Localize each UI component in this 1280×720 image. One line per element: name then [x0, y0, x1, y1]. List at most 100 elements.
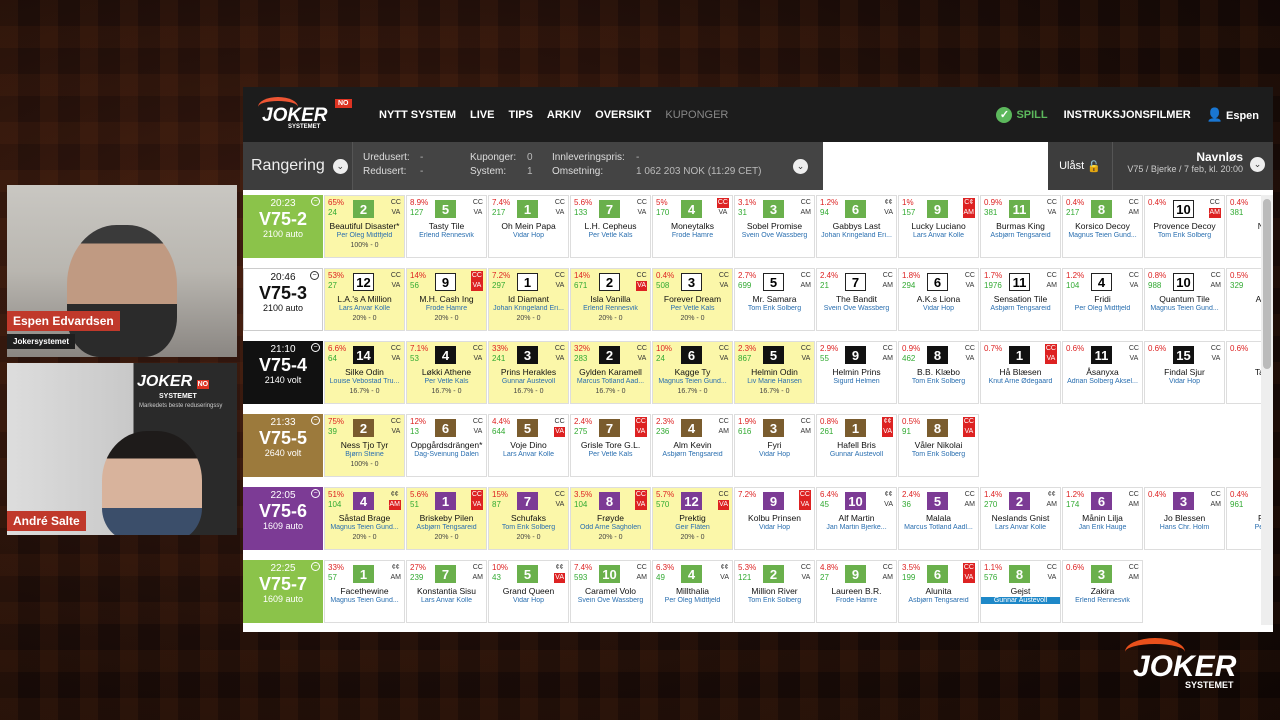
horse-cell[interactable]: 5.7% 570 12 CC VA Prektig Geir Flåten 20% - 0 — [652, 487, 733, 550]
horse-cell[interactable]: 8.9% 127 5 CC VA Tasty Tile Erlend Rennesvik — [406, 195, 487, 258]
horse-count: 104 — [1066, 281, 1080, 290]
horse-cell[interactable]: 53% 27 12 CC VA L.A.'s A Million Lars Anvar Ko… — [324, 268, 405, 331]
horse-cell[interactable]: 14% 671 2 CC VA Isla Vanilla Erlend Rennesvik 2… — [570, 268, 651, 331]
horse-cell[interactable]: 2.4% 36 5 CC AM Malala Marcus Totland Aadl... — [898, 487, 979, 550]
horse-cell[interactable]: 7.4% 593 10 CC AM Caramel Volo Svein Ove Wassb… — [570, 560, 651, 623]
horse-cell[interactable]: 5.6% 133 7 CC VA L.H. Cepheus Per Vetle Kals — [570, 195, 651, 258]
minus-icon[interactable]: − — [310, 271, 319, 280]
shoe-code: CC — [390, 418, 401, 425]
nav-oversikt[interactable]: OVERSIKT — [595, 109, 651, 121]
horse-cell[interactable]: 2.4% 275 7 CC VA Grisle Tore G.L. Per Vetle Ka… — [570, 414, 651, 477]
horse-cell[interactable]: 7.2% 297 1 CC VA Id Diamant Johan Kringeland E… — [488, 268, 569, 331]
horse-share: 16.7% - 0 — [677, 388, 708, 395]
horse-cell[interactable]: 0.4% 10 CC AM Provence Decoy Tom Erik Solberg — [1144, 195, 1225, 258]
nav-nytt-system[interactable]: NYTT SYSTEM — [379, 109, 456, 121]
horse-cell[interactable]: 33% 57 1 ¢¢ AM Facethewine Magnus Teien Gund..… — [324, 560, 405, 623]
joker-logo[interactable]: JOKER SYSTEMET NO — [258, 96, 352, 133]
horse-cell[interactable]: 0.6% 3 CC AM Zakira Erlend Rennesvik — [1062, 560, 1143, 623]
horse-cell[interactable]: 5% 170 4 CC VA Moneytalks Frode Hamre — [652, 195, 733, 258]
race-label[interactable]: 22:05 V75-6 1609 auto − — [243, 487, 323, 550]
race-label[interactable]: 20:46 V75-3 2100 auto − — [243, 268, 323, 331]
horse-count: 593 — [574, 573, 588, 582]
horse-cell[interactable]: 0.7% 1 CC VA Hå Blæsen Knut Arne Ødegaard — [980, 341, 1061, 404]
horse-cell[interactable]: 7.1% 53 4 CC VA Løkki Athene Per Vetle Kals 16.… — [406, 341, 487, 404]
horse-cell[interactable]: 0.6% 11 CC VA Åsanyxa Adrian Solberg Aksel... — [1062, 341, 1143, 404]
race-label[interactable]: 21:33 V75-5 2640 volt − — [243, 414, 323, 477]
horse-cell[interactable]: 27% 239 7 CC AM Konstantia Sisu Lars Anvar Kol… — [406, 560, 487, 623]
horse-percent: 4.4% — [492, 417, 511, 426]
horse-cell[interactable]: 4.4% 644 5 CC VA Voje Dino Lars Anvar Kolle — [488, 414, 569, 477]
cart-code: AM — [1128, 209, 1140, 216]
horse-cell[interactable]: 65% 24 2 CC VA Beautiful Disaster* Per Oleg Mi… — [324, 195, 405, 258]
minus-icon[interactable]: − — [311, 562, 320, 571]
horse-cell[interactable]: 0.4% 3 CC AM Jo Blessen Hans Chr. Holm — [1144, 487, 1225, 550]
horse-cell[interactable]: 1.2% 94 6 ¢¢ VA Gabbys Last Johan Kringeland E… — [816, 195, 897, 258]
instruksjonsfilmer-link[interactable]: INSTRUKSJONSFILMER — [1064, 109, 1191, 121]
horse-cell[interactable]: 0.6% 15 CC VA Findal Sjur Vidar Hop — [1144, 341, 1225, 404]
minus-icon[interactable]: − — [311, 416, 320, 425]
race-label[interactable]: 21:10 V75-4 2140 volt − — [243, 341, 323, 404]
spill-button[interactable]: ✓ SPILL — [996, 106, 1048, 123]
scrollbar[interactable] — [1261, 195, 1273, 625]
horse-number: 4 — [1091, 273, 1112, 291]
horse-cell[interactable]: 7.4% 217 1 CC VA Oh Mein Papa Vidar Hop — [488, 195, 569, 258]
horse-cell[interactable]: 2.3% 236 4 CC AM Alm Kevin Åsbjørn Tengsareid — [652, 414, 733, 477]
horse-cell[interactable]: 0.4% 217 8 CC AM Korsico Decoy Magnus Teien Gu… — [1062, 195, 1143, 258]
race-label[interactable]: 20:23 V75-2 2100 auto − — [243, 195, 323, 258]
horse-name: Lucky Luciano — [911, 221, 966, 231]
horse-cell[interactable]: 1.9% 616 3 CC AM Fyri Vidar Hop — [734, 414, 815, 477]
horse-cell[interactable]: 0.8% 261 1 ¢¢ VA Hafell Bris Gunnar Austevoll — [816, 414, 897, 477]
horse-cell[interactable]: 2.9% 55 9 CC AM Helmin Prins Sigurd Helmen — [816, 341, 897, 404]
horse-cell[interactable]: 10% 24 6 CC VA Kagge Ty Magnus Teien Gund... 16… — [652, 341, 733, 404]
horse-cell[interactable]: 51% 104 4 ¢¢ AM Såstad Brage Magnus Teien Gund… — [324, 487, 405, 550]
horse-cell[interactable]: 1.8% 294 6 CC VA A.K.s Liona Vidar Hop — [898, 268, 979, 331]
system-name[interactable]: Navnløs V75 / Bjerke / 7 feb, kl. 20:00 ⌄ — [1113, 142, 1273, 190]
horse-cell[interactable]: 7.2% 9 CC VA Kolbu Prinsen Vidar Hop — [734, 487, 815, 550]
horse-cell[interactable]: 4.8% 27 9 CC AM Laureen B.R. Frode Hamre — [816, 560, 897, 623]
lock-toggle[interactable]: Ulåst 🔓 — [1048, 142, 1113, 190]
stats-expand[interactable]: ⌄ — [793, 142, 823, 190]
horse-cell[interactable]: 3.5% 104 8 CC VA Frøyde Odd Arne Sagholen 20% -… — [570, 487, 651, 550]
horse-cell[interactable]: 3.5% 199 6 CC VA Alunita Åsbjørn Tengsareid — [898, 560, 979, 623]
horse-cell[interactable]: 32% 283 2 CC VA Gylden Karamell Marcus Totland… — [570, 341, 651, 404]
horse-cell[interactable]: 75% 39 2 CC VA Ness Tjo Tyr Bjørn Steine 100% -… — [324, 414, 405, 477]
horse-cell[interactable]: 0.9% 462 8 CC VA B.B. Klæbo Tom Erik Solberg — [898, 341, 979, 404]
nav-tips[interactable]: TIPS — [508, 109, 532, 121]
horse-cell[interactable]: 5.6% 51 1 CC VA Briskeby Pilen Åsbjørn Tengsar… — [406, 487, 487, 550]
rangering-dropdown[interactable]: Rangering ⌄ — [243, 142, 353, 190]
horse-cell[interactable]: 6.4% 45 10 ¢¢ VA Alf Martin Jan Martin Bjerke.… — [816, 487, 897, 550]
horse-cell[interactable]: 14% 56 9 CC VA M.H. Cash Ing Frode Hamre 20% - … — [406, 268, 487, 331]
horse-cell[interactable]: 2.4% 21 7 CC AM The Bandit Svein Ove Wassberg — [816, 268, 897, 331]
horse-cell[interactable]: 1.1% 576 8 CC VA Gejst Gunnar Austevoll — [980, 560, 1061, 623]
horse-cell[interactable]: 10% 43 5 ¢¢ VA Grand Queen Vidar Hop — [488, 560, 569, 623]
horse-cell[interactable]: 12% 13 6 CC VA Oppgårdsdrängen* Dag-Sveinung D… — [406, 414, 487, 477]
nav-kuponger[interactable]: KUPONGER — [665, 109, 728, 121]
minus-icon[interactable]: − — [311, 489, 320, 498]
horse-cell[interactable]: 1.2% 174 6 CC AM Månin Lilja Jan Erik Hauge — [1062, 487, 1143, 550]
horse-cell[interactable]: 6.6% 64 14 CC VA Silke Odin Louise Vebostad Tr… — [324, 341, 405, 404]
horse-cell[interactable]: 3.1% 31 3 CC AM Sobel Promise Svein Ove Wassbe… — [734, 195, 815, 258]
horse-cell[interactable]: 6.3% 49 4 ¢¢ VA Millthalia Per Oleg Midtfjeld — [652, 560, 733, 623]
minus-icon[interactable]: − — [311, 343, 320, 352]
horse-cell[interactable]: 1.7% 1976 11 CC AM Sensation Tile Åsbjørn Teng… — [980, 268, 1061, 331]
race-label[interactable]: 22:25 V75-7 1609 auto − — [243, 560, 323, 623]
shoe-code: CC — [554, 345, 565, 352]
minus-icon[interactable]: − — [311, 197, 320, 206]
horse-cell[interactable]: 1% 157 9 C¢ AM Lucky Luciano Lars Anvar Kolle — [898, 195, 979, 258]
horse-number: 2 — [1009, 492, 1030, 510]
horse-cell[interactable]: 33% 241 3 CC VA Prins Herakles Gunnar Austevol… — [488, 341, 569, 404]
user-menu[interactable]: 👤 Espen — [1207, 107, 1259, 123]
nav-arkiv[interactable]: ARKIV — [547, 109, 581, 121]
scrollbar-thumb[interactable] — [1263, 199, 1271, 369]
horse-cell[interactable]: 2.3% 867 5 CC VA Helmin Odin Liv Marie Hansen 1… — [734, 341, 815, 404]
horse-cell[interactable]: 0.4% 508 3 CC VA Forever Dream Per Vetle Kals 2… — [652, 268, 733, 331]
horse-cell[interactable]: 5.3% 121 2 CC VA Million River Tom Erik Solber… — [734, 560, 815, 623]
horse-cell[interactable]: 2.7% 699 5 CC AM Mr. Samara Tom Erik Solberg — [734, 268, 815, 331]
horse-cell[interactable]: 0.9% 381 11 CC VA Burmas King Åsbjørn Tengsare… — [980, 195, 1061, 258]
horse-cell[interactable]: 1.4% 270 2 ¢¢ AM Neslands Gnist Lars Anvar Kol… — [980, 487, 1061, 550]
horse-cell[interactable]: 0.5% 91 8 CC VA Våler Nikolai Tom Erik Solberg — [898, 414, 979, 477]
horse-cell[interactable]: 0.8% 988 10 CC AM Quantum Tile Magnus Teien Gu… — [1144, 268, 1225, 331]
nav-live[interactable]: LIVE — [470, 109, 494, 121]
horse-cell[interactable]: 1.2% 104 4 CC VA Fridi Per Oleg Midtfjeld — [1062, 268, 1143, 331]
horse-cell[interactable]: 15% 87 7 CC VA Schufaks Tom Erik Solberg 20% - … — [488, 487, 569, 550]
